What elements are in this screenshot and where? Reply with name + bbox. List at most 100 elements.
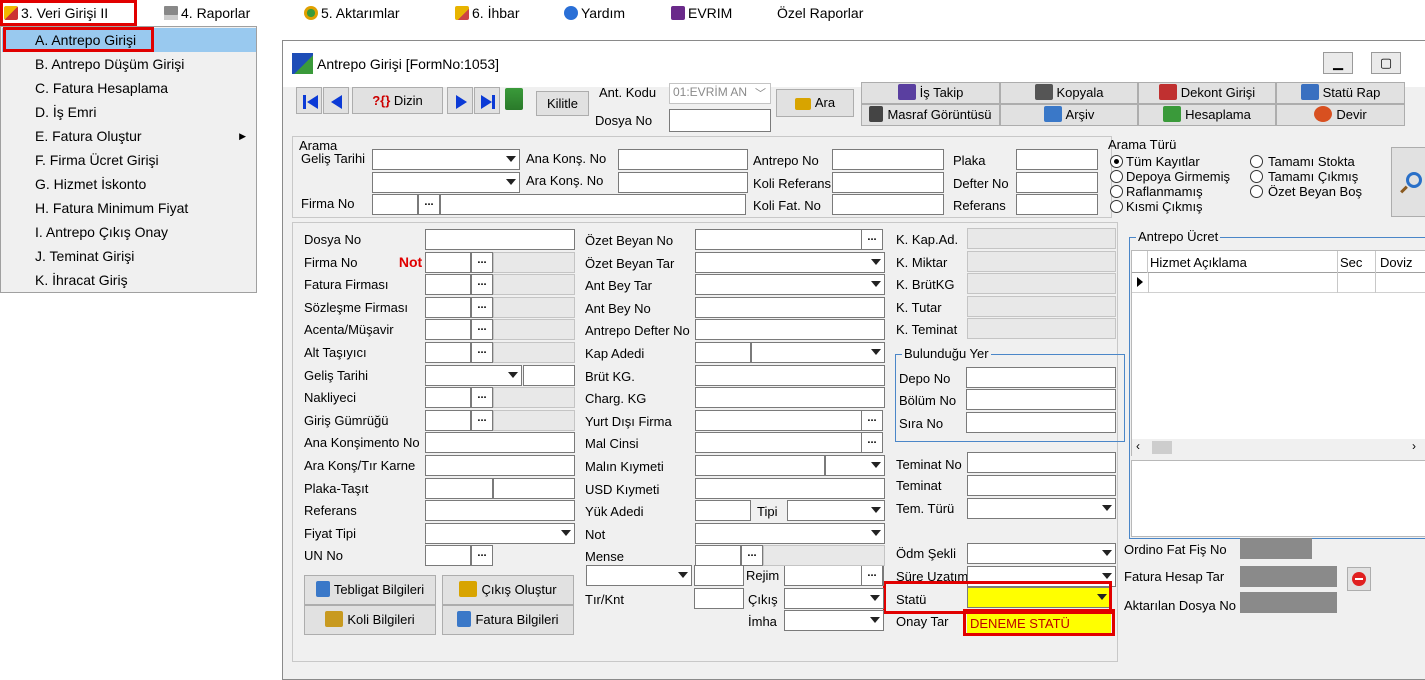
form1-input[interactable]: [425, 455, 575, 476]
imha-select[interactable]: [784, 610, 884, 631]
defter-no-input[interactable]: [1016, 172, 1098, 193]
form2-select[interactable]: [695, 251, 885, 273]
scroll-right-icon[interactable]: ›: [1412, 439, 1416, 453]
col-sec[interactable]: Sec: [1340, 254, 1362, 272]
odm-sekli-select[interactable]: [967, 543, 1116, 564]
plaka-input-1[interactable]: [425, 477, 493, 499]
prev-record-button[interactable]: [323, 87, 349, 114]
form1-lookup-button[interactable]: ...: [471, 387, 493, 409]
devir-button[interactable]: Devir: [1276, 104, 1405, 126]
yuk-adedi-input[interactable]: [695, 500, 751, 522]
form2-input[interactable]: [695, 319, 885, 341]
form2-input[interactable]: [695, 477, 885, 499]
next-record-button[interactable]: [447, 87, 473, 114]
fatura-bilgileri-button[interactable]: Fatura Bilgileri: [442, 605, 574, 635]
form1-code-input[interactable]: [425, 387, 471, 409]
form2-input[interactable]: [695, 296, 885, 318]
kap-tipi-select[interactable]: [751, 342, 885, 363]
form1-code-input[interactable]: [425, 319, 471, 341]
ana-kons-input[interactable]: [618, 149, 748, 170]
last-record-button[interactable]: [474, 87, 500, 114]
un-no-input[interactable]: [425, 545, 471, 567]
menu-yardim[interactable]: Yardım: [560, 0, 629, 26]
statu-rap-button[interactable]: Statü Rap: [1276, 82, 1405, 104]
table-row[interactable]: [1132, 273, 1425, 293]
form2-lookup-button[interactable]: ...: [861, 229, 883, 250]
radio-tamami-cikmis[interactable]: [1250, 170, 1263, 183]
form1-input[interactable]: [425, 432, 575, 454]
kilitle-button[interactable]: Kilitle: [536, 91, 589, 116]
antrepo-no-input[interactable]: [832, 149, 944, 170]
dropdown-item[interactable]: K. İhracat Giriş: [2, 268, 256, 292]
fatura-hesap-tar-input[interactable]: [1240, 566, 1337, 587]
bolum-no-input[interactable]: [966, 389, 1116, 410]
tem-turu-select[interactable]: [967, 498, 1116, 519]
horizontal-scrollbar[interactable]: ‹ ›: [1132, 439, 1425, 456]
mense-lookup[interactable]: ...: [741, 545, 763, 567]
form1-lookup-button[interactable]: ...: [471, 342, 493, 363]
dosya-no-toolbar-input[interactable]: [669, 109, 771, 132]
maximize-button[interactable]: ▢: [1371, 52, 1401, 74]
hizmet-detail-area[interactable]: [1131, 460, 1425, 537]
menu-ozel-raporlar[interactable]: Özel Raporlar: [773, 0, 867, 26]
firma-no-search-lookup[interactable]: ...: [418, 194, 440, 215]
form2-input[interactable]: [695, 229, 863, 250]
ordino-input[interactable]: [1240, 538, 1312, 559]
dizin-button[interactable]: ?{} Dizin: [352, 87, 443, 114]
dropdown-item[interactable]: J. Teminat Girişi: [2, 244, 256, 268]
col-doviz[interactable]: Doviz: [1380, 254, 1413, 272]
radio-raflanmamis[interactable]: [1110, 185, 1123, 198]
dropdown-item[interactable]: B. Antrepo Düşüm Girişi: [2, 52, 256, 76]
form2-input[interactable]: [695, 409, 863, 431]
dropdown-item[interactable]: G. Hizmet İskonto: [2, 172, 256, 196]
doviz-select[interactable]: [825, 455, 885, 476]
tebligat-bilgileri-button[interactable]: Tebligat Bilgileri: [304, 575, 436, 605]
fiyat-tipi-select[interactable]: [425, 522, 575, 544]
radio-tamami-stokta[interactable]: [1250, 155, 1263, 168]
menu-evrim[interactable]: EVRIM: [667, 0, 736, 26]
form1-code-input[interactable]: [425, 274, 471, 296]
form1-code-input[interactable]: [425, 409, 471, 431]
gelis-saat-input[interactable]: [523, 364, 575, 386]
col-hizmet-aciklama[interactable]: Hizmet Açıklama: [1150, 254, 1247, 272]
koli-referans-input[interactable]: [832, 172, 944, 193]
dropdown-item[interactable]: C. Fatura Hesaplama: [2, 76, 256, 100]
menu-raporlar[interactable]: 4. Raporlar: [160, 0, 254, 26]
dropdown-item[interactable]: D. İş Emri: [2, 100, 256, 124]
ara-kons-input[interactable]: [618, 172, 748, 193]
un-no-lookup[interactable]: ...: [471, 545, 493, 567]
depo-no-input[interactable]: [966, 367, 1116, 388]
form2-select[interactable]: [695, 274, 885, 296]
form2-input[interactable]: [695, 364, 885, 386]
tir-knt-select[interactable]: [586, 565, 692, 586]
firma-name-search-input[interactable]: [440, 194, 746, 215]
form1-lookup-button[interactable]: ...: [471, 274, 493, 296]
radio-depoya-girmemis[interactable]: [1110, 170, 1123, 183]
mense-input[interactable]: [695, 545, 741, 567]
hizmet-grid[interactable]: Hizmet Açıklama Sec Doviz ‹ ›: [1131, 250, 1425, 456]
arsiv-button[interactable]: Arşiv: [1000, 104, 1138, 126]
add-record-icon[interactable]: [505, 88, 523, 110]
firma-no-search-input[interactable]: [372, 194, 418, 215]
kap-adedi-input[interactable]: [695, 342, 751, 363]
koli-fat-no-input[interactable]: [832, 194, 944, 215]
kopyala-button[interactable]: Kopyala: [1000, 82, 1138, 104]
tir-knt-input-1[interactable]: [694, 565, 744, 586]
sira-no-input[interactable]: [966, 412, 1116, 433]
gelis-tarihi-to[interactable]: [372, 172, 520, 193]
form1-code-input[interactable]: [425, 296, 471, 318]
minimize-button[interactable]: ▁: [1323, 52, 1353, 74]
form1-lookup-button[interactable]: ...: [471, 319, 493, 341]
dropdown-item[interactable]: E. Fatura Oluştur ▶: [2, 124, 256, 148]
menu-aktarimlar[interactable]: 5. Aktarımlar: [300, 0, 404, 26]
first-record-button[interactable]: [296, 87, 322, 114]
radio-kismi-cikmis[interactable]: [1110, 200, 1123, 213]
cikis-olustur-button[interactable]: Çıkış Oluştur: [442, 575, 574, 605]
plaka-input[interactable]: [1016, 149, 1098, 170]
form2-input[interactable]: [695, 432, 863, 454]
radio-ozet-beyan-bos[interactable]: [1250, 185, 1263, 198]
hesaplama-button[interactable]: Hesaplama: [1138, 104, 1276, 126]
dropdown-item[interactable]: A. Antrepo Girişi: [2, 28, 256, 52]
form2-select[interactable]: [695, 522, 885, 544]
form1-code-input[interactable]: [425, 342, 471, 363]
